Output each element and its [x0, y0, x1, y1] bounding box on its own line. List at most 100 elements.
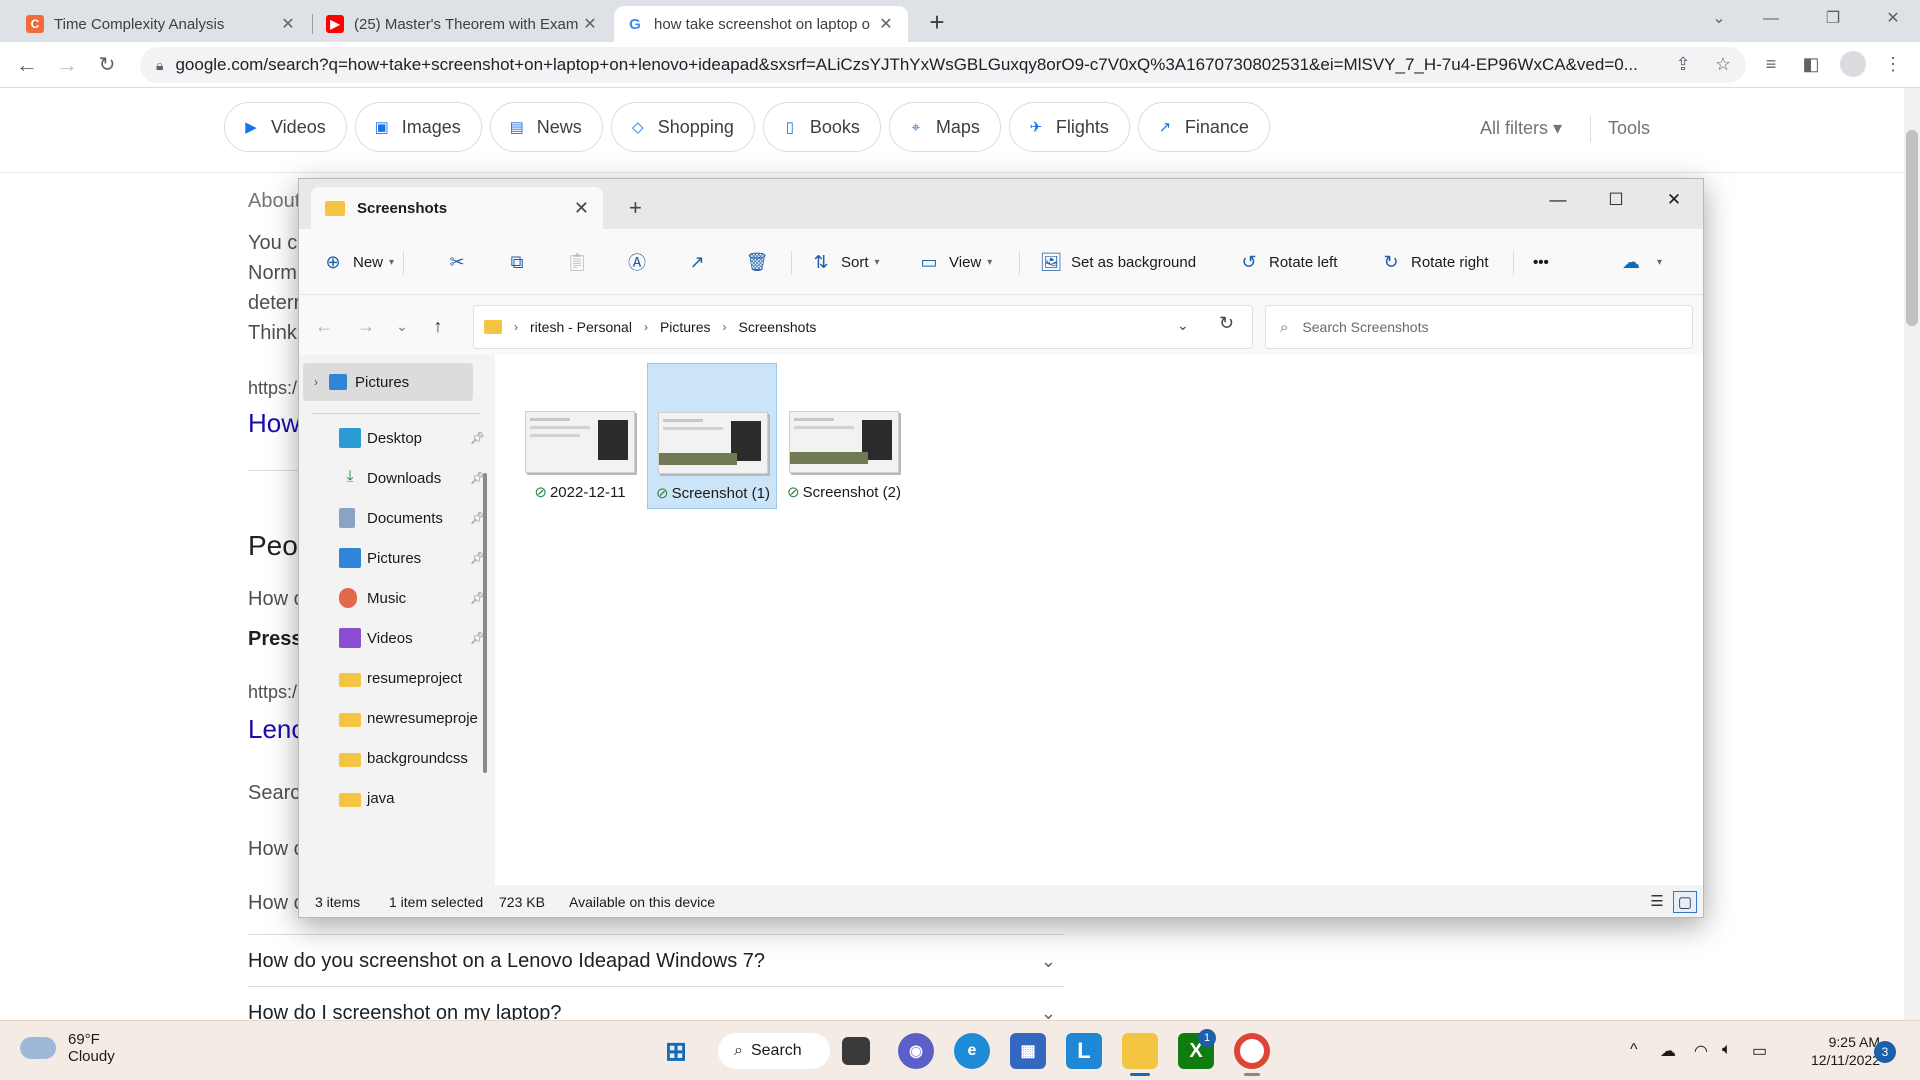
chip-images[interactable]: ▣ Images	[354, 102, 482, 152]
side-panel-icon[interactable]: ◧	[1798, 51, 1824, 77]
browser-tab-time-complexity[interactable]: C Time Complexity Analysis ✕	[14, 6, 310, 42]
notification-count-badge[interactable]: 3	[1874, 1041, 1896, 1063]
file-item-selected[interactable]: ⊘ Screenshot (1)	[647, 363, 777, 509]
back-arrow-icon[interactable]: ←	[12, 50, 42, 80]
browser-tab-masters-theorem[interactable]: ▶ (25) Master's Theorem with Exam ✕	[314, 6, 612, 42]
forward-arrow-icon[interactable]: →	[353, 313, 379, 339]
onedrive-cloud-icon[interactable]: ☁	[1660, 1041, 1676, 1061]
lenovo-l-icon[interactable]: L	[1066, 1033, 1102, 1069]
chip-finance[interactable]: ↗ Finance	[1137, 102, 1270, 152]
explorer-tab-screenshots[interactable]: Screenshots ✕	[311, 187, 603, 229]
result-link[interactable]: How	[248, 408, 300, 439]
edge-browser-icon[interactable]: e	[954, 1033, 990, 1069]
volume-icon[interactable]: 🔈︎	[1722, 1041, 1732, 1059]
chip-maps[interactable]: ⌖ Maps	[888, 102, 1001, 152]
nav-item-downloads[interactable]: ⤓ Downloads 📌︎	[339, 461, 491, 495]
nav-item-videos[interactable]: Videos 📌︎	[339, 621, 491, 655]
rotate-left-button[interactable]: ↺ Rotate left	[1237, 247, 1337, 277]
view-button[interactable]: ▭ View ▾	[917, 247, 992, 277]
chip-videos[interactable]: ▶ Videos	[224, 102, 347, 152]
set-as-background-button[interactable]: 🖼︎ Set as background	[1039, 247, 1197, 277]
chrome-icon[interactable]	[1234, 1033, 1270, 1069]
profile-avatar[interactable]	[1840, 51, 1866, 77]
rename-button[interactable]: Ⓐ	[625, 247, 657, 277]
up-arrow-icon[interactable]: ↑	[425, 313, 451, 339]
bookmark-star-icon[interactable]: ☆	[1710, 51, 1736, 77]
nav-item-pictures-root[interactable]: › Pictures	[303, 363, 473, 401]
explorer-address-bar[interactable]: › ritesh - Personal › Pictures › Screens…	[473, 305, 1253, 349]
nav-item-newresumeproject[interactable]: newresumeproje	[339, 701, 491, 735]
reload-icon[interactable]: ↻	[92, 50, 122, 80]
new-button[interactable]: ⊕ New ▾	[321, 247, 394, 277]
minimize-button[interactable]: —	[1748, 4, 1794, 34]
chip-books[interactable]: ▯ Books	[762, 102, 881, 152]
share-icon[interactable]: ⇪	[1670, 51, 1696, 77]
breadcrumb-item[interactable]: ritesh - Personal	[530, 319, 632, 335]
close-tab-icon[interactable]: ✕	[278, 14, 298, 34]
delete-button[interactable]: 🗑︎	[745, 247, 777, 277]
system-clock[interactable]: 9:25 AM 12/11/2022	[1794, 1033, 1880, 1069]
explorer-search-input[interactable]: ⌕ Search Screenshots	[1265, 305, 1693, 349]
tools-button[interactable]: Tools	[1608, 118, 1650, 139]
chip-news[interactable]: ▤ News	[489, 102, 603, 152]
onedrive-button[interactable]: ☁ ▾	[1619, 247, 1662, 277]
page-scrollbar-thumb[interactable]	[1906, 130, 1918, 326]
new-tab-button[interactable]: +	[922, 8, 952, 38]
new-tab-button[interactable]: +	[629, 195, 642, 221]
large-icons-view-icon[interactable]: ▢	[1673, 891, 1697, 913]
nav-item-documents[interactable]: Documents 📌︎	[339, 501, 491, 535]
chat-icon[interactable]: ◉	[898, 1033, 934, 1069]
restore-button[interactable]: ❐	[1810, 4, 1856, 34]
show-hidden-icons-chevron-icon[interactable]: ^	[1630, 1041, 1638, 1059]
task-view-icon[interactable]	[842, 1037, 870, 1065]
file-explorer-icon[interactable]	[1122, 1033, 1158, 1069]
minimize-button[interactable]: —	[1533, 185, 1583, 215]
share-button[interactable]: ↗	[685, 247, 717, 277]
sort-button[interactable]: ⇅ Sort ▾	[809, 247, 879, 277]
close-window-button[interactable]: ✕	[1649, 185, 1699, 215]
details-view-icon[interactable]: ☰	[1645, 891, 1669, 913]
back-arrow-icon[interactable]: ←	[311, 313, 337, 339]
chip-flights[interactable]: ✈ Flights	[1008, 102, 1130, 152]
chrome-menu-icon[interactable]: ⋮	[1880, 51, 1906, 77]
paste-button[interactable]: 📋︎	[565, 247, 597, 277]
address-dropdown-chevron-icon[interactable]: ⌄	[1177, 317, 1189, 334]
breadcrumb-item[interactable]: Screenshots	[739, 319, 817, 335]
refresh-icon[interactable]: ↻	[1219, 313, 1234, 334]
taskbar-search[interactable]: ⌕ Search	[718, 1033, 830, 1069]
file-item[interactable]: ⊘ 2022-12-11	[515, 363, 645, 509]
tab-search-chevron-icon[interactable]: ⌄	[1696, 4, 1742, 34]
file-item[interactable]: ⊘ Screenshot (2)	[779, 363, 909, 509]
nav-item-music[interactable]: Music 📌︎	[339, 581, 491, 615]
expand-chevron-icon[interactable]: ›	[303, 375, 329, 389]
copy-button[interactable]: ⧉	[505, 247, 537, 277]
forward-arrow-icon[interactable]: →	[52, 50, 82, 80]
close-tab-icon[interactable]: ✕	[876, 14, 896, 34]
start-windows-icon[interactable]: ⊞	[658, 1033, 694, 1069]
reading-list-icon[interactable]: ≡	[1758, 51, 1784, 77]
battery-icon[interactable]: ▭	[1752, 1041, 1767, 1061]
store-icon[interactable]: ▦	[1010, 1033, 1046, 1069]
nav-pane-scrollbar[interactable]	[483, 473, 487, 773]
nav-item-pictures[interactable]: Pictures 📌︎	[339, 541, 491, 575]
related-question[interactable]: How do you screenshot on a Lenovo Ideapa…	[248, 934, 1064, 986]
nav-item-backgroundcss[interactable]: backgroundcss	[339, 741, 491, 775]
more-options-button[interactable]: •••	[1533, 247, 1549, 277]
all-filters-button[interactable]: All filters ▾	[1480, 118, 1562, 139]
maximize-button[interactable]: ☐	[1591, 185, 1641, 215]
recent-locations-chevron-icon[interactable]: ⌄	[389, 313, 415, 339]
browser-tab-google-search[interactable]: G how take screenshot on laptop o ✕	[614, 6, 908, 42]
nav-item-desktop[interactable]: Desktop 📌︎	[339, 421, 491, 455]
wifi-icon[interactable]: ◠	[1694, 1041, 1708, 1061]
nav-item-java[interactable]: java	[339, 781, 491, 815]
nav-item-resumeproject[interactable]: resumeproject	[339, 661, 491, 695]
rotate-right-button[interactable]: ↻ Rotate right	[1379, 247, 1488, 277]
chip-shopping[interactable]: ◇ Shopping	[610, 102, 755, 152]
address-bar[interactable]: 🔒︎ google.com/search?q=how+take+screensh…	[140, 47, 1746, 83]
close-window-button[interactable]: ✕	[1870, 4, 1916, 34]
close-tab-icon[interactable]: ✕	[580, 14, 600, 34]
breadcrumb-item[interactable]: Pictures	[660, 319, 711, 335]
weather-widget[interactable]: 69°F Cloudy	[20, 1031, 115, 1065]
cut-button[interactable]: ✂	[445, 247, 477, 277]
close-tab-icon[interactable]: ✕	[574, 198, 589, 219]
